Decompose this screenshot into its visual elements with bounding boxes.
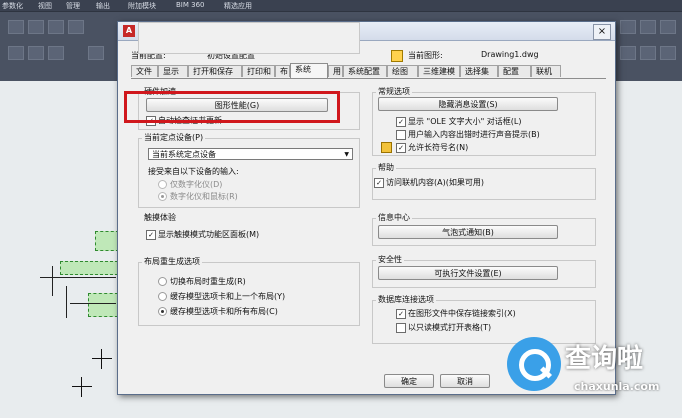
ribbon-tool-icon[interactable] <box>8 46 24 60</box>
close-button[interactable]: × <box>593 24 611 40</box>
watermark-url: chaxunla.com <box>574 380 660 393</box>
menu-item-parametric[interactable]: 参数化 <box>2 1 23 11</box>
pointing-device-title: 当前定点设备(P) <box>142 132 206 143</box>
radio-digitizer-only-label: 仅数字化仪(D) <box>170 180 223 189</box>
show-ole-label: 显示 "OLE 文字大小" 对话框(L) <box>408 117 522 126</box>
ribbon-tool-icon[interactable] <box>640 46 656 60</box>
radio-cache-model-last-label: 缓存模型选项卡和上一个布局(Y) <box>170 292 286 301</box>
online-help-checkbox[interactable] <box>374 178 384 188</box>
beep-on-error-checkbox[interactable] <box>396 130 406 140</box>
touch-title: 触摸体验 <box>142 212 178 223</box>
long-symbol-names-label: 允许长符号名(N) <box>408 143 469 152</box>
tab-online[interactable]: 联机 <box>531 65 561 77</box>
info-center-title: 信息中心 <box>376 212 412 223</box>
tab-fragment[interactable]: 布 <box>275 65 290 77</box>
red-highlight-box <box>124 91 340 123</box>
ribbon-tool-icon[interactable] <box>88 46 104 60</box>
ribbon-tool-icon[interactable] <box>28 20 44 34</box>
tab-plot-publish[interactable]: 打印和 <box>242 65 275 77</box>
tab-open-save[interactable]: 打开和保存 <box>188 65 242 77</box>
store-link-index-checkbox[interactable] <box>396 309 406 319</box>
chevron-down-icon: ▼ <box>344 151 349 158</box>
accept-input-label: 接受来自以下设备的输入: <box>148 167 239 176</box>
cad-hatch-region <box>60 261 118 275</box>
tab-selection[interactable]: 选择集 <box>460 65 498 77</box>
tab-drafting[interactable]: 绘图 <box>387 65 418 77</box>
tab-user-preferences[interactable]: 系统配置 <box>343 65 387 77</box>
tab-system[interactable]: 系统 <box>290 63 328 78</box>
drawing-file-icon <box>391 50 403 62</box>
pointing-device-select[interactable]: 当前系统定点设备 ▼ <box>148 148 353 160</box>
radio-cache-model-last[interactable] <box>158 292 167 301</box>
crosshair-cursor <box>72 377 92 397</box>
balloon-notifications-button[interactable]: 气泡式通知(B) <box>378 225 558 239</box>
ribbon-tool-icon[interactable] <box>620 20 636 34</box>
readonly-tables-label: 以只读模式打开表格(T) <box>408 323 492 332</box>
app-menubar: 参数化 视图 管理 输出 附加模块 BIM 360 精选应用 <box>0 0 682 11</box>
touch-group <box>138 22 360 54</box>
cad-hatch-region <box>95 231 119 251</box>
radio-digitizer-only[interactable] <box>158 180 167 189</box>
pointing-device-select-value: 当前系统定点设备 <box>152 150 216 159</box>
ribbon-tool-icon[interactable] <box>28 46 44 60</box>
radio-regen-on-switch[interactable] <box>158 277 167 286</box>
ok-button[interactable]: 确定 <box>384 374 434 388</box>
general-options-title: 常规选项 <box>376 86 412 97</box>
cad-line <box>66 286 67 318</box>
ribbon-tool-icon[interactable] <box>48 46 64 60</box>
radio-cache-all[interactable] <box>158 307 167 316</box>
ribbon-tool-icon[interactable] <box>620 46 636 60</box>
executable-settings-button[interactable]: 可执行文件设置(E) <box>378 266 558 280</box>
readonly-tables-checkbox[interactable] <box>396 323 406 333</box>
tab-profiles[interactable]: 配置 <box>498 65 531 77</box>
options-tabbar: 文件 显示 打开和保存 打印和 布 系统 用 系统配置 绘图 三维建模 选择集 … <box>131 63 606 79</box>
cad-line <box>52 266 53 296</box>
chaxunla-logo-icon <box>507 337 561 391</box>
menu-item-addins[interactable]: 附加模块 <box>128 1 156 11</box>
hidden-messages-button[interactable]: 隐藏消息设置(S) <box>378 97 558 111</box>
menu-item-manage[interactable]: 管理 <box>66 1 80 11</box>
radio-regen-on-switch-label: 切换布局时重生成(R) <box>170 277 246 286</box>
current-drawing-label: 当前图形: <box>408 51 443 60</box>
layout-regen-title: 布局重生成选项 <box>142 256 202 267</box>
db-connect-title: 数据库连接选项 <box>376 294 436 305</box>
ribbon-tool-icon[interactable] <box>640 20 656 34</box>
ribbon-tool-icon[interactable] <box>660 20 676 34</box>
ribbon-tool-icon[interactable] <box>68 20 84 34</box>
tab-3d-modeling[interactable]: 三维建模 <box>418 65 460 77</box>
touch-ribbon-checkbox[interactable] <box>146 230 156 240</box>
long-symbol-names-checkbox[interactable] <box>396 143 406 153</box>
watermark-text: 查询啦 <box>565 344 644 374</box>
security-title: 安全性 <box>376 254 404 265</box>
lock-icon <box>381 142 392 153</box>
menu-item-featured-apps[interactable]: 精选应用 <box>224 1 252 11</box>
tab-display[interactable]: 显示 <box>158 65 188 77</box>
show-ole-checkbox[interactable] <box>396 117 406 127</box>
radio-digitizer-mouse-label: 数字化仪和鼠标(R) <box>170 192 238 201</box>
tab-user-fragment[interactable]: 用 <box>328 65 343 77</box>
online-help-label: 访问联机内容(A)(如果可用) <box>386 178 484 187</box>
cancel-button[interactable]: 取消 <box>440 374 490 388</box>
radio-digitizer-mouse[interactable] <box>158 192 167 201</box>
ribbon-tool-icon[interactable] <box>660 46 676 60</box>
tab-files[interactable]: 文件 <box>131 65 158 77</box>
autocad-logo-icon: A <box>123 25 135 37</box>
ribbon-tool-icon[interactable] <box>48 20 64 34</box>
store-link-index-label: 在图形文件中保存链接索引(X) <box>408 309 516 318</box>
menu-item-bim360[interactable]: BIM 360 <box>176 1 205 9</box>
cad-line <box>70 303 116 304</box>
current-drawing-value: Drawing1.dwg <box>481 50 539 59</box>
radio-cache-all-label: 缓存模型选项卡和所有布局(C) <box>170 307 278 316</box>
menu-item-view[interactable]: 视图 <box>38 1 52 11</box>
beep-on-error-label: 用户输入内容出错时进行声音提示(B) <box>408 130 540 139</box>
crosshair-cursor <box>92 349 112 369</box>
menu-item-output[interactable]: 输出 <box>96 1 110 11</box>
ribbon-tool-icon[interactable] <box>8 20 24 34</box>
cad-hatch-region <box>88 293 118 317</box>
help-title: 帮助 <box>376 162 396 173</box>
touch-ribbon-label: 显示触摸模式功能区面板(M) <box>158 230 260 239</box>
